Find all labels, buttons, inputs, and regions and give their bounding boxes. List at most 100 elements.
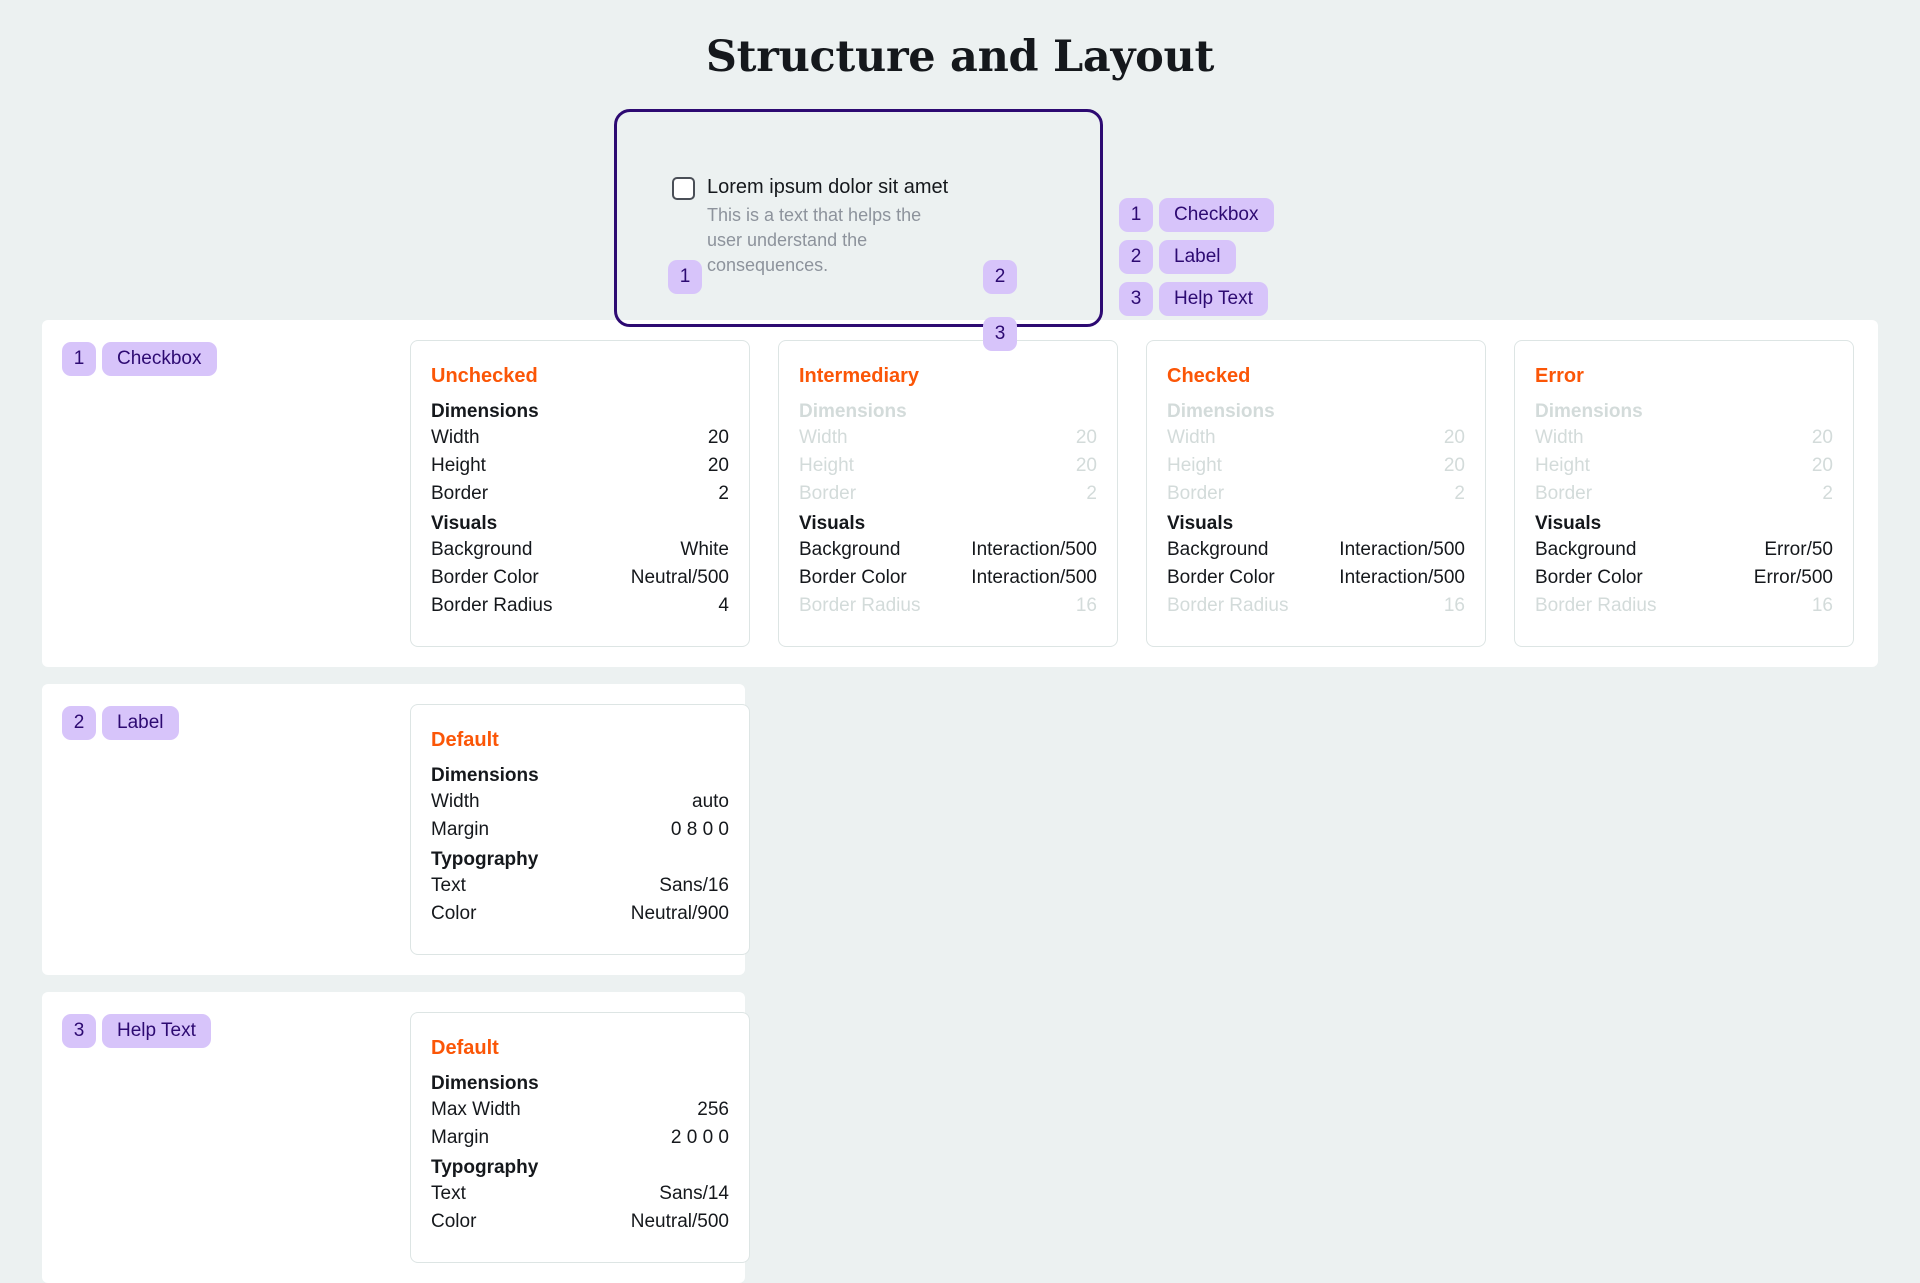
checkbox-demo[interactable]: Lorem ipsum dolor sit amet This is a tex… <box>672 174 948 278</box>
spec-row: Height 20 <box>1535 452 1833 480</box>
spec-row: Border Radius 16 <box>1167 592 1465 620</box>
spec-row-value: 20 <box>1075 427 1097 448</box>
spec-row-value: Sans/14 <box>659 1183 729 1204</box>
spec-row: Border Color Interaction/500 <box>799 564 1097 592</box>
legend-number-3: 3 <box>1119 282 1153 316</box>
spec-row-value: Error/50 <box>1764 539 1833 560</box>
spec-group-heading: Dimensions <box>1167 401 1275 422</box>
spec-row-key: Text <box>431 875 466 896</box>
spec-row: Color Neutral/900 <box>431 900 729 928</box>
spec-row-key: Border Color <box>1167 567 1275 588</box>
spec-group-heading: Typography <box>431 1157 539 1178</box>
spec-row-key: Max Width <box>431 1099 521 1120</box>
spec-row-value: 2 <box>1454 483 1465 504</box>
legend-label-2: Label <box>1159 240 1236 274</box>
spec-card: Error Dimensions Width 20 Height 20 Border 2 Vis… <box>1514 340 1854 647</box>
spec-row: Height 20 <box>431 452 729 480</box>
legend-number-1: 1 <box>1119 198 1153 232</box>
spec-group-heading: Dimensions <box>799 401 907 422</box>
spec-section: 2 Label Default Dimensions Width auto Margin 0 … <box>42 684 750 975</box>
spec-group-heading: Visuals <box>1535 513 1602 534</box>
spec-row: Width auto <box>431 788 729 816</box>
legend-item-label: 2 Label <box>1119 240 1274 274</box>
spec-card: Default Dimensions Width auto Margin 0 8 0 0 T… <box>410 704 750 955</box>
spec-row-key: Text <box>431 1183 466 1204</box>
section-number-badge: 1 <box>62 342 96 376</box>
spec-row-value: Error/500 <box>1753 567 1833 588</box>
spec-row: Border 2 <box>799 480 1097 508</box>
spec-card-list: Default Dimensions Width auto Margin 0 8 0 0 T… <box>410 704 750 955</box>
spec-row-key: Width <box>1535 427 1584 448</box>
spec-section: 1 Checkbox Unchecked Dimensions Width 20 Heigh… <box>42 320 1878 667</box>
spec-row: Color Neutral/500 <box>431 1208 729 1236</box>
spec-row-value: 16 <box>1075 595 1097 616</box>
spec-row: Border Radius 16 <box>1535 592 1833 620</box>
spec-row: Max Width 256 <box>431 1096 729 1124</box>
spec-card-title: Default <box>431 729 499 751</box>
spec-card: Intermediary Dimensions Width 20 Height 20 Bor… <box>778 340 1118 647</box>
spec-row-key: Background <box>799 539 901 560</box>
page-root: Structure and Layout Lorem ipsum dolor s… <box>0 0 1920 1283</box>
spec-row-key: Background <box>1535 539 1637 560</box>
spec-row: Background White <box>431 536 729 564</box>
spec-row-key: Margin <box>431 819 490 840</box>
spec-row: Border Radius 16 <box>799 592 1097 620</box>
legend-item-checkbox: 1 Checkbox <box>1119 198 1274 232</box>
checkbox-label: Lorem ipsum dolor sit amet <box>707 176 949 198</box>
checkbox-input[interactable] <box>672 177 695 200</box>
spec-row-value: 2 0 0 0 <box>670 1127 729 1148</box>
anatomy-diagram: Lorem ipsum dolor sit amet This is a tex… <box>0 82 1920 351</box>
section-number-badge: 2 <box>62 706 96 740</box>
checkbox-help-text: This is a text that helps the user under… <box>707 205 922 275</box>
spec-row-value: 20 <box>1811 427 1833 448</box>
spec-row-key: Border Radius <box>1535 595 1657 616</box>
legend-item-help-text: 3 Help Text <box>1119 282 1274 316</box>
section-number-badge: 3 <box>62 1014 96 1048</box>
spec-row: Background Interaction/500 <box>1167 536 1465 564</box>
spec-group-heading: Visuals <box>799 513 866 534</box>
spec-row: Width 20 <box>1167 424 1465 452</box>
spec-row-key: Border Radius <box>431 595 553 616</box>
spec-row-key: Color <box>431 1211 477 1232</box>
spec-row-key: Border <box>799 483 857 504</box>
spec-row: Border 2 <box>1535 480 1833 508</box>
spec-row: Width 20 <box>799 424 1097 452</box>
spec-row: Width 20 <box>431 424 729 452</box>
spec-row-value: Interaction/500 <box>971 539 1097 560</box>
spec-row-value: 16 <box>1443 595 1465 616</box>
spec-row-value: Interaction/500 <box>1339 567 1465 588</box>
spec-row-key: Border Color <box>799 567 907 588</box>
spec-row-key: Height <box>1535 455 1590 476</box>
spec-card-list: Default Dimensions Max Width 256 Margin 2 0 0… <box>410 1012 750 1263</box>
spec-row: Background Error/50 <box>1535 536 1833 564</box>
spec-row-key: Border Radius <box>1167 595 1289 616</box>
spec-row-value: White <box>680 539 729 560</box>
spec-group-heading: Dimensions <box>1535 401 1643 422</box>
spec-row-value: 16 <box>1811 595 1833 616</box>
spec-row-value: 20 <box>1443 455 1465 476</box>
spec-row: Width 20 <box>1535 424 1833 452</box>
page-title: Structure and Layout <box>705 32 1215 82</box>
spec-row: Border 2 <box>431 480 729 508</box>
spec-card-title: Unchecked <box>431 365 538 387</box>
spec-row-value: 256 <box>697 1099 729 1120</box>
spec-row-key: Height <box>1167 455 1222 476</box>
section-tag: 2 Label <box>62 704 410 740</box>
spec-row-value: 2 <box>1086 483 1097 504</box>
spec-card-title: Intermediary <box>799 365 920 387</box>
spec-card-list: Unchecked Dimensions Width 20 Height 20 Border… <box>410 340 1858 647</box>
spec-row-key: Height <box>799 455 854 476</box>
spec-card: Unchecked Dimensions Width 20 Height 20 Border… <box>410 340 750 647</box>
spec-group-heading: Dimensions <box>431 401 539 422</box>
spec-row: Border 2 <box>1167 480 1465 508</box>
spec-card: Default Dimensions Max Width 256 Margin 2 0 0… <box>410 1012 750 1263</box>
spec-row-key: Width <box>431 791 480 812</box>
spec-group-heading: Dimensions <box>431 1073 539 1094</box>
legend-label-3: Help Text <box>1159 282 1268 316</box>
spec-row-value: Neutral/900 <box>630 903 729 924</box>
checkbox-demo-frame: Lorem ipsum dolor sit amet This is a tex… <box>614 109 1103 327</box>
section-tag: 1 Checkbox <box>62 340 410 376</box>
spec-card-title: Error <box>1535 365 1584 387</box>
spec-row-value: 20 <box>1075 455 1097 476</box>
spec-row-value: 20 <box>1443 427 1465 448</box>
